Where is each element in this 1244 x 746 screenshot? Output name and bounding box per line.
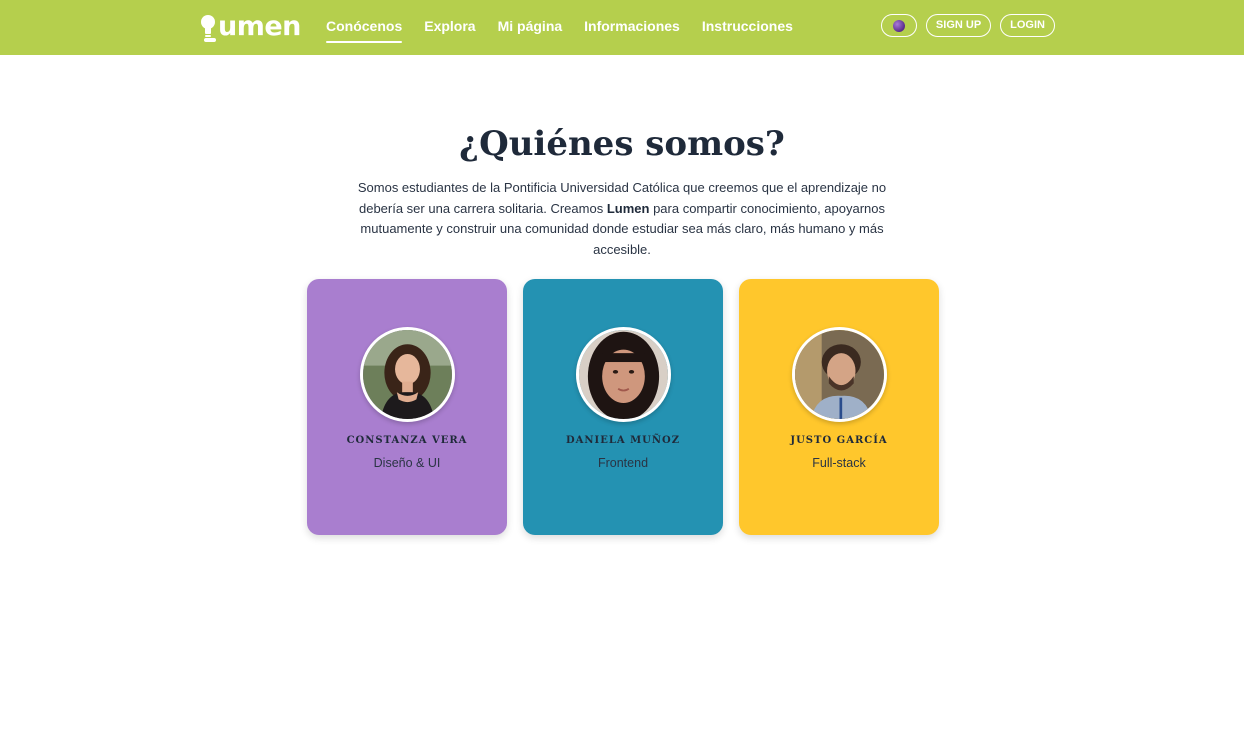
team-card-daniela: DANIELA MUÑOZ Frontend (523, 279, 723, 535)
member-name: JUSTO GARCÍA (790, 435, 888, 446)
member-role: Frontend (597, 456, 649, 470)
intro-text: Somos estudiantes de la Pontificia Unive… (338, 178, 906, 260)
avatar-photo (795, 330, 884, 419)
team-card-constanza: CONSTANZA VERA Diseño & UI (307, 279, 507, 535)
nav-link-conocenos[interactable]: Conócenos (326, 0, 403, 55)
avatar (576, 327, 671, 422)
signup-button[interactable]: SIGN UP (925, 14, 992, 37)
member-name: DANIELA MUÑOZ (565, 435, 681, 446)
theme-toggle-button[interactable] (880, 14, 917, 37)
team-cards: CONSTANZA VERA Diseño & UI DANIELA MUÑOZ… (307, 279, 939, 535)
member-name: CONSTANZA VERA (346, 435, 468, 446)
nav-links: Conócenos Explora Mi página Informacione… (326, 0, 815, 55)
logo[interactable]: umen (200, 10, 301, 42)
logo-text: umen (218, 11, 301, 42)
avatar-photo (579, 330, 668, 419)
avatar-photo (363, 330, 452, 419)
member-role: Full-stack (812, 456, 866, 470)
intro-brand: Lumen (606, 200, 650, 216)
page-title: ¿Quiénes somos? (459, 124, 785, 164)
nav-actions: SIGN UP LOGIN (880, 14, 1055, 37)
nav-link-instrucciones[interactable]: Instrucciones (702, 0, 793, 55)
lightbulb-icon (201, 15, 216, 42)
navbar: umen Conócenos Explora Mi página Informa… (0, 0, 1244, 55)
nav-link-mi-pagina[interactable]: Mi página (498, 0, 563, 55)
avatar (792, 327, 887, 422)
team-card-justo: JUSTO GARCÍA Full-stack (739, 279, 939, 535)
theme-toggle-icon (892, 19, 905, 32)
nav-link-informaciones[interactable]: Informaciones (584, 0, 680, 55)
member-role: Diseño & UI (373, 456, 441, 470)
avatar (360, 327, 455, 422)
nav-link-explora[interactable]: Explora (424, 0, 475, 55)
login-button[interactable]: LOGIN (1000, 14, 1055, 37)
